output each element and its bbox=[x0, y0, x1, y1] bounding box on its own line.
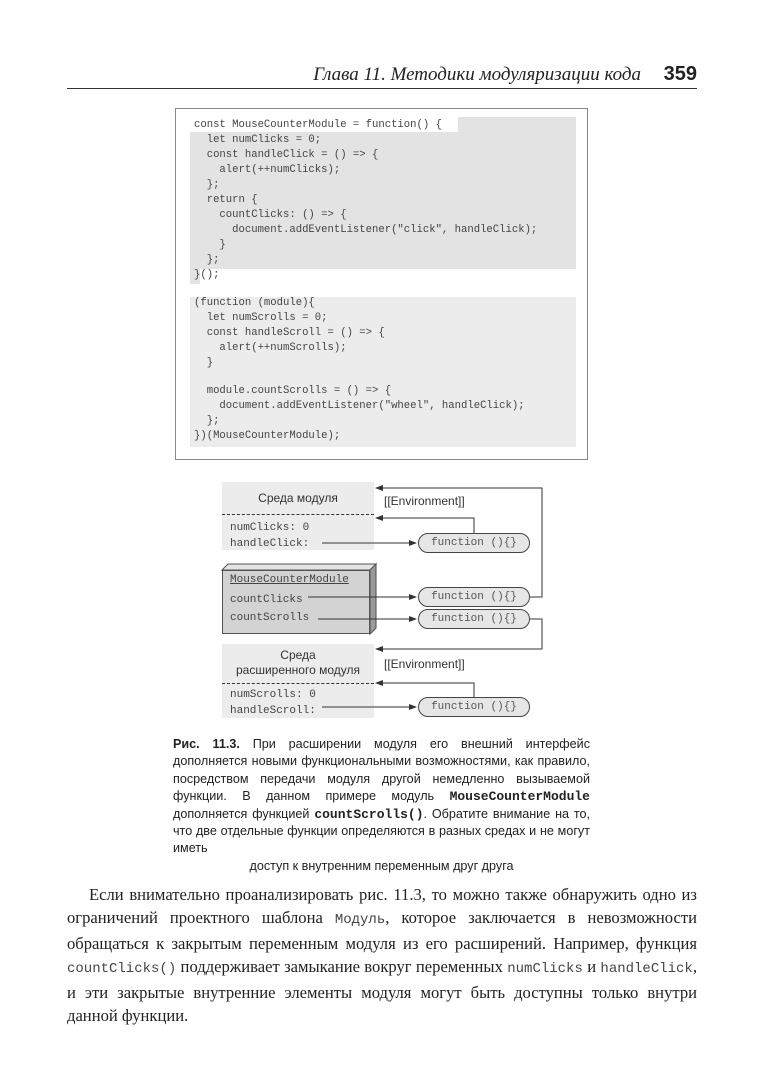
arrow-env-handle-scroll bbox=[375, 680, 475, 697]
code-line: document.addEventListener("click", handl… bbox=[194, 224, 538, 236]
code-line: (function (module){ bbox=[194, 297, 315, 309]
figure-diagram: Среда модуля numClicks: 0 handleClick: [… bbox=[210, 476, 560, 726]
running-head: Глава 11. Методики модуляризации кода 35… bbox=[67, 62, 697, 89]
diagram-arrows bbox=[308, 485, 543, 710]
code-line: countClicks: () => { bbox=[194, 209, 347, 221]
inline-code: Модуль bbox=[334, 912, 386, 928]
code-line: } bbox=[194, 357, 214, 369]
code-line: } bbox=[194, 239, 226, 251]
chapter-title: Глава 11. Методики модуляризации кода bbox=[313, 64, 641, 85]
arrow-env-handle-click bbox=[375, 515, 475, 533]
code-listing: const MouseCounterModule = function() { … bbox=[175, 108, 588, 460]
arrow-env-count-scrolls bbox=[375, 618, 543, 652]
code-line: }(); bbox=[194, 269, 220, 281]
body-text: поддерживает замыкание вокруг переменных bbox=[176, 957, 508, 976]
code-line: const handleClick = () => { bbox=[194, 149, 379, 161]
code-line: alert(++numClicks); bbox=[194, 164, 341, 176]
caption-code: countScrolls() bbox=[314, 806, 424, 822]
caption-code: MouseCounterModule bbox=[449, 789, 590, 805]
code-line: module.countScrolls = () => { bbox=[194, 385, 392, 397]
code-highlight-module bbox=[458, 117, 576, 132]
figure-label: Рис. 11.3. bbox=[173, 737, 240, 751]
code-line: let numScrolls = 0; bbox=[194, 312, 328, 324]
body-text: и bbox=[582, 957, 601, 976]
code-line: return { bbox=[194, 194, 258, 206]
figure-caption: Рис. 11.3. При расширении модуля его вне… bbox=[173, 736, 590, 875]
inline-code: countClicks() bbox=[67, 961, 177, 977]
code-line: }; bbox=[194, 179, 220, 191]
page-number: 359 bbox=[663, 63, 697, 85]
body-paragraph: Если внимательно проанализировать рис. 1… bbox=[67, 883, 697, 1027]
inline-code: handleClick bbox=[600, 961, 693, 977]
code-line: alert(++numScrolls); bbox=[194, 342, 347, 354]
code-line: let numClicks = 0; bbox=[194, 134, 322, 146]
code-line: })(MouseCounterModule); bbox=[194, 430, 341, 442]
code-line: const MouseCounterModule = function() { bbox=[194, 119, 442, 131]
code-line: const handleScroll = () => { bbox=[194, 327, 385, 339]
code-line: }; bbox=[194, 415, 220, 427]
inline-code: numClicks bbox=[507, 961, 583, 977]
code-line: }; bbox=[194, 254, 220, 266]
code-line: document.addEventListener("wheel", handl… bbox=[194, 400, 525, 412]
caption-last-line: доступ к внутренним переменным друг друг… bbox=[249, 858, 514, 873]
caption-text: дополняется функцией bbox=[173, 806, 315, 821]
